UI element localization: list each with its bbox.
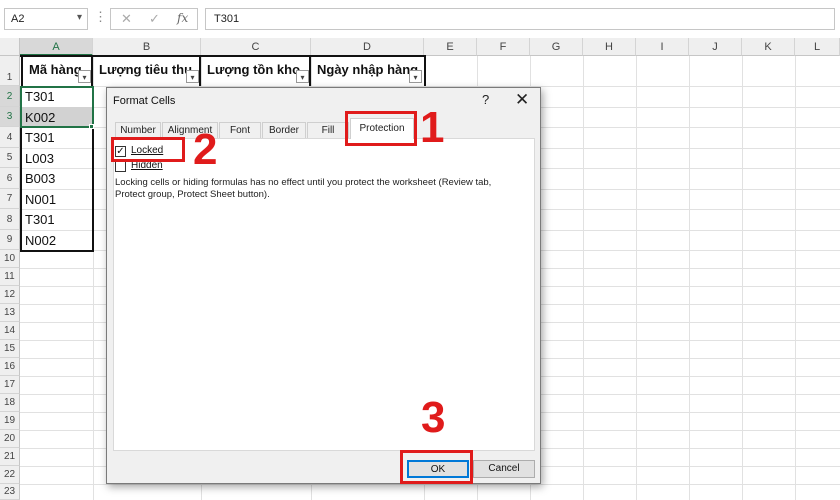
- annotation-number-3: 3: [421, 393, 446, 442]
- cancel-button[interactable]: Cancel: [473, 460, 535, 478]
- close-icon[interactable]: ✕: [515, 90, 529, 110]
- tab-font[interactable]: Font: [219, 122, 261, 138]
- column-header-j[interactable]: J: [689, 38, 742, 56]
- row-header-10[interactable]: 10: [0, 250, 20, 268]
- cell-a5[interactable]: L003: [21, 151, 92, 166]
- annotation-number-2: 2: [193, 125, 218, 174]
- header-label: Ngày nhập hàng: [317, 62, 419, 77]
- column-header-f[interactable]: F: [477, 38, 530, 56]
- column-header-i[interactable]: I: [636, 38, 689, 56]
- row-header-21[interactable]: 21: [0, 448, 20, 466]
- formula-buttons: ✕ ✓ fx: [110, 8, 198, 30]
- row-header-19[interactable]: 19: [0, 412, 20, 430]
- insert-function-icon[interactable]: fx: [177, 11, 188, 25]
- row-header-8[interactable]: 8: [0, 209, 20, 230]
- tab-border[interactable]: Border: [262, 122, 306, 138]
- cell-a8[interactable]: T301: [21, 212, 92, 227]
- row-header-7[interactable]: 7: [0, 189, 20, 209]
- filter-dropdown-icon[interactable]: ▾: [409, 70, 422, 83]
- row-header-11[interactable]: 11: [0, 268, 20, 286]
- enter-icon[interactable]: ✓: [149, 11, 160, 27]
- row-header-2[interactable]: 2: [0, 86, 20, 107]
- header-cell-luong-tieu-thu[interactable]: Lượng tiêu thụ: [93, 56, 201, 86]
- name-box-value: A2: [11, 13, 25, 25]
- row-header-20[interactable]: 20: [0, 430, 20, 448]
- row-header-16[interactable]: 16: [0, 358, 20, 376]
- formula-input[interactable]: T301: [205, 8, 835, 30]
- help-icon[interactable]: ?: [482, 92, 489, 107]
- column-header-g[interactable]: G: [530, 38, 583, 56]
- hidden-checkbox[interactable]: [115, 161, 126, 172]
- header-label: Lượng tồn kho: [207, 62, 301, 77]
- dialog-title: Format Cells: [113, 95, 176, 107]
- row-header-14[interactable]: 14: [0, 322, 20, 340]
- row-header-17[interactable]: 17: [0, 376, 20, 394]
- row-header-15[interactable]: 15: [0, 340, 20, 358]
- cell-a4[interactable]: T301: [21, 130, 92, 145]
- column-header-c[interactable]: C: [201, 38, 311, 56]
- row-header-23[interactable]: 23: [0, 484, 20, 500]
- row-header-22[interactable]: 22: [0, 466, 20, 484]
- cancel-icon[interactable]: ✕: [121, 11, 132, 27]
- row-header-5[interactable]: 5: [0, 148, 20, 168]
- filter-dropdown-icon[interactable]: ▾: [78, 70, 91, 83]
- select-all-corner[interactable]: [0, 38, 20, 56]
- row-header-3[interactable]: 3: [0, 107, 20, 127]
- header-label: Mã hàng: [29, 62, 82, 77]
- protection-description: Locking cells or hiding formulas has no …: [115, 177, 492, 200]
- tab-protection[interactable]: Protection: [350, 118, 414, 139]
- cell-a2[interactable]: T301: [21, 89, 92, 104]
- column-header-l[interactable]: L: [795, 38, 840, 56]
- cell-a3[interactable]: K002: [21, 110, 92, 125]
- column-header-e[interactable]: E: [424, 38, 477, 56]
- chevron-down-icon[interactable]: ▾: [77, 12, 82, 23]
- header-label: Lượng tiêu thụ: [99, 62, 193, 77]
- more-options-icon[interactable]: ⋮: [94, 9, 107, 25]
- tab-fill[interactable]: Fill: [307, 122, 349, 138]
- column-header-d[interactable]: D: [311, 38, 424, 56]
- row-header-4[interactable]: 4: [0, 127, 20, 148]
- cell-a9[interactable]: N002: [21, 233, 92, 248]
- row-header-13[interactable]: 13: [0, 304, 20, 322]
- cell-a6[interactable]: B003: [21, 171, 92, 186]
- column-header-h[interactable]: H: [583, 38, 636, 56]
- row-header-9[interactable]: 9: [0, 230, 20, 250]
- header-cell-luong-ton-kho[interactable]: Lượng tồn kho: [201, 56, 311, 86]
- annotation-box-ok: [400, 450, 473, 484]
- filter-dropdown-icon[interactable]: ▾: [296, 70, 309, 83]
- column-header-k[interactable]: K: [742, 38, 795, 56]
- cell-a7[interactable]: N001: [21, 192, 92, 207]
- row-header-12[interactable]: 12: [0, 286, 20, 304]
- annotation-number-1: 1: [420, 103, 445, 152]
- row-header-1[interactable]: 1: [0, 56, 20, 86]
- tab-number[interactable]: Number: [115, 122, 161, 138]
- formula-bar: A2 ▾ ⋮ ✕ ✓ fx T301: [0, 0, 840, 38]
- row-header-18[interactable]: 18: [0, 394, 20, 412]
- filter-dropdown-icon[interactable]: ▾: [186, 70, 199, 83]
- column-header-b[interactable]: B: [93, 38, 201, 56]
- name-box[interactable]: A2 ▾: [4, 8, 88, 30]
- column-header-a[interactable]: A: [20, 38, 93, 56]
- row-header-6[interactable]: 6: [0, 168, 20, 189]
- annotation-box-locked: [111, 137, 185, 162]
